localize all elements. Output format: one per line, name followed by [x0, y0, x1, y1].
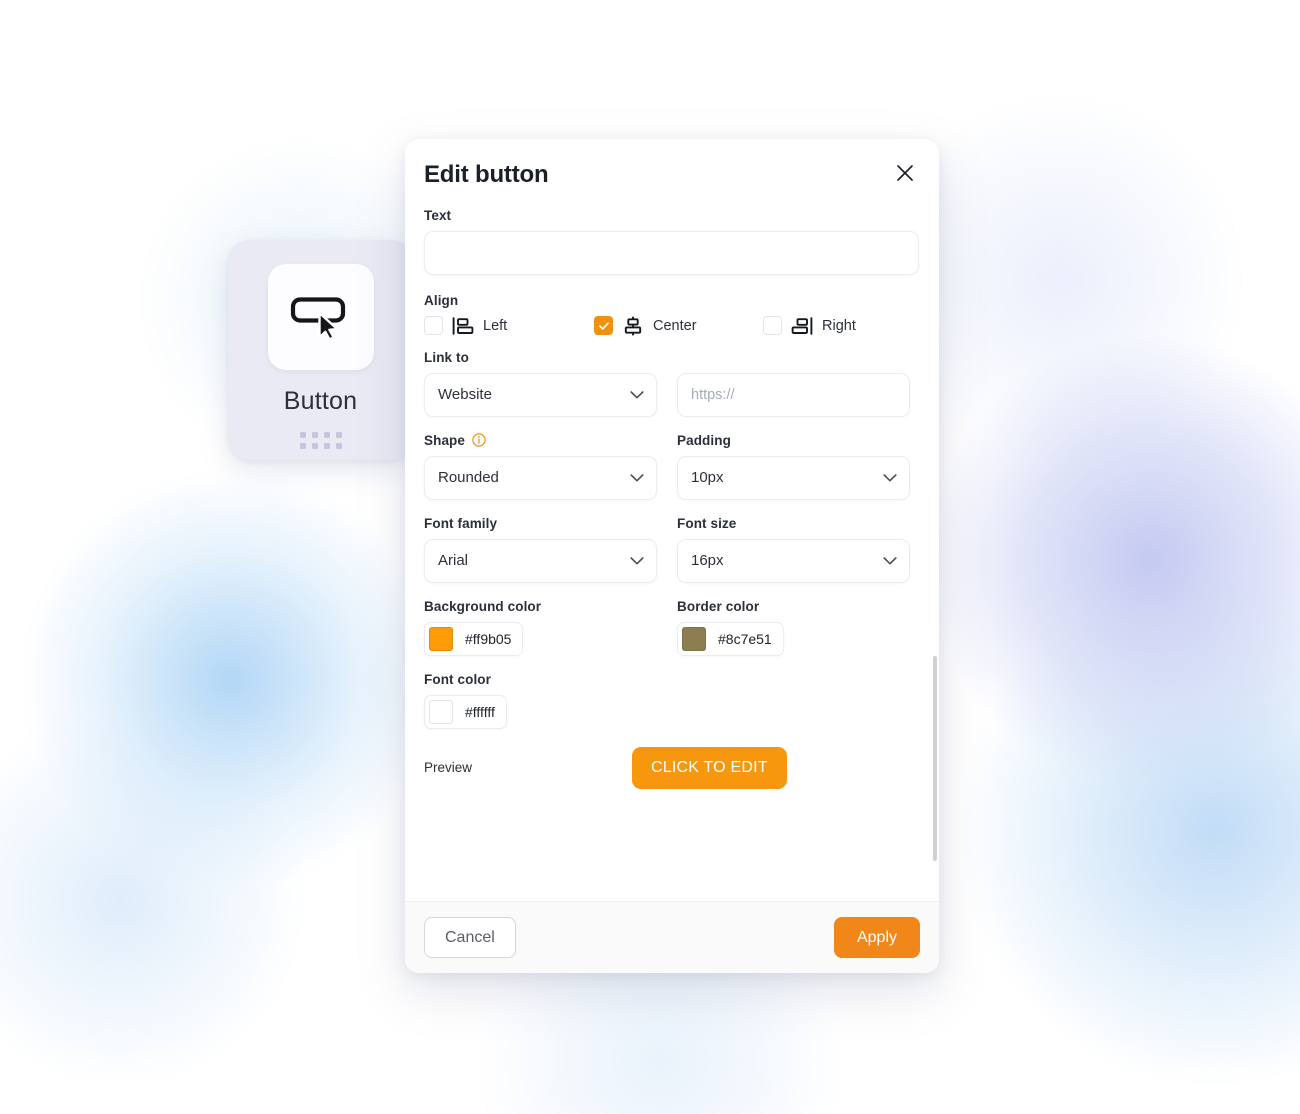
font-color-value: #ffffff: [465, 703, 495, 720]
background-color-field[interactable]: #ff9b05: [424, 621, 524, 656]
button-widget-tile: [267, 264, 374, 370]
font-family-select[interactable]: Arial: [424, 538, 657, 583]
border-color-field[interactable]: #8c7e51: [677, 621, 784, 656]
font-color-swatch[interactable]: [429, 699, 453, 724]
link-to-label: Link to: [424, 349, 469, 365]
check-icon: [598, 322, 609, 330]
button-cursor-icon: [290, 297, 345, 340]
padding-value: 10px: [691, 469, 724, 487]
text-field-label: Text: [424, 207, 452, 223]
shape-padding-row: Shape Rounded Padding 10px: [424, 433, 919, 500]
button-widget-label: Button: [283, 387, 358, 415]
close-x-glyph: [897, 165, 913, 181]
align-left-icon: [452, 317, 474, 335]
align-right-icon: [791, 317, 813, 335]
close-icon[interactable]: [889, 157, 921, 189]
font-size-select-wrap: 16px: [677, 538, 910, 583]
background-color-value: #ff9b05: [465, 630, 512, 647]
align-right-checkbox[interactable]: [763, 316, 782, 336]
padding-label: Padding: [677, 432, 731, 448]
edit-button-dialog: Edit button Text Align Left Center Right…: [405, 139, 939, 973]
shape-value: Rounded: [438, 469, 499, 487]
scrollbar-thumb[interactable]: [933, 655, 937, 861]
background-color-label: Background color: [424, 598, 542, 614]
preview-row: Preview CLICK TO EDIT: [424, 746, 919, 789]
dialog-body: Text Align Left Center Right Link to Web…: [405, 190, 939, 901]
font-size-select[interactable]: 16px: [677, 538, 910, 583]
button-widget-card[interactable]: Button: [228, 240, 413, 460]
link-type-select-wrap: Website: [424, 372, 657, 417]
cancel-button[interactable]: Cancel: [424, 916, 516, 959]
align-label: Align: [424, 292, 459, 308]
color-row: Background color #ff9b05 Border color #8…: [424, 599, 919, 656]
font-row: Font family Arial Font size 16px: [424, 516, 919, 583]
align-left-label: Left: [483, 317, 508, 334]
align-option-left[interactable]: Left: [424, 316, 594, 336]
align-right-label: Right: [822, 317, 856, 334]
border-color-label: Border color: [677, 598, 760, 614]
apply-button[interactable]: Apply: [833, 916, 920, 959]
font-family-label: Font family: [424, 515, 498, 531]
font-color-label: Font color: [424, 671, 491, 687]
info-icon[interactable]: [472, 433, 486, 447]
border-color-value: #8c7e51: [718, 630, 772, 647]
link-url-input[interactable]: [677, 372, 910, 417]
dialog-header: Edit button: [405, 139, 939, 190]
link-to-row: Website: [424, 372, 919, 417]
font-family-value: Arial: [438, 552, 469, 570]
shape-select[interactable]: Rounded: [424, 455, 657, 500]
preview-label: Preview: [424, 760, 473, 776]
align-option-center[interactable]: Center: [594, 316, 763, 336]
font-color-row: Font color #ffffff: [424, 672, 919, 729]
align-left-checkbox[interactable]: [424, 316, 443, 336]
background-color-swatch[interactable]: [429, 626, 453, 651]
padding-select[interactable]: 10px: [677, 455, 910, 500]
align-center-icon: [624, 316, 642, 336]
font-size-label: Font size: [677, 515, 737, 531]
padding-select-wrap: 10px: [677, 455, 910, 500]
border-color-swatch[interactable]: [682, 626, 706, 651]
preview-button[interactable]: CLICK TO EDIT: [632, 746, 787, 789]
drag-dots-icon[interactable]: [299, 432, 342, 449]
shape-select-wrap: Rounded: [424, 455, 657, 500]
link-type-select[interactable]: Website: [424, 372, 657, 417]
align-options: Left Center Right: [424, 316, 919, 336]
shape-label: Shape: [424, 432, 466, 448]
align-center-label: Center: [653, 317, 697, 334]
font-size-value: 16px: [691, 552, 724, 570]
dialog-footer: Cancel Apply: [405, 901, 939, 973]
link-type-value: Website: [438, 386, 492, 404]
font-color-field[interactable]: #ffffff: [424, 694, 507, 729]
text-input[interactable]: [424, 230, 919, 275]
dialog-title: Edit button: [424, 161, 549, 188]
align-option-right[interactable]: Right: [763, 316, 856, 336]
align-center-checkbox[interactable]: [594, 316, 613, 336]
shape-label-wrap: Shape: [424, 433, 657, 448]
font-family-select-wrap: Arial: [424, 538, 657, 583]
